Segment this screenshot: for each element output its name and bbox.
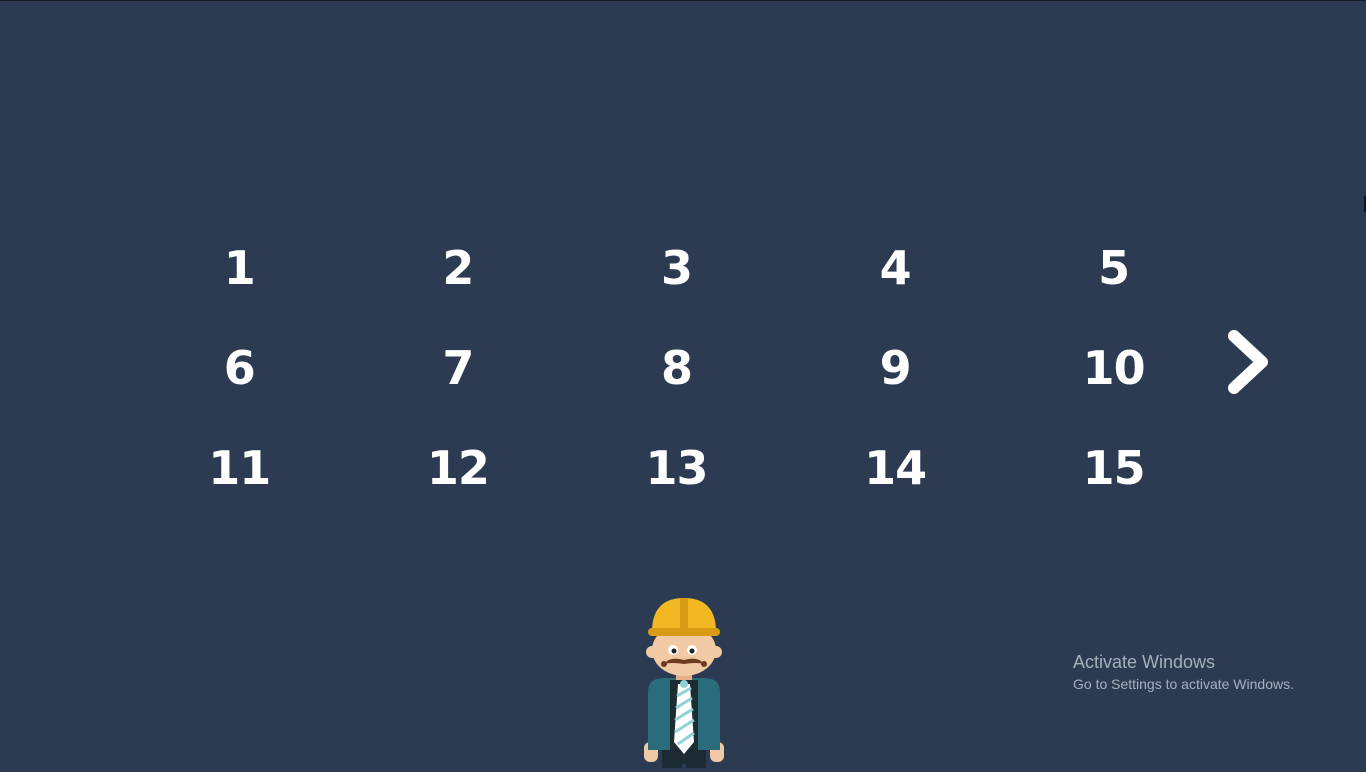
level-button-14[interactable]: 14 [786, 418, 1005, 518]
level-button-6[interactable]: 6 [130, 318, 349, 418]
level-grid: 1 2 3 4 5 6 7 8 9 10 11 12 13 14 15 [130, 218, 1224, 518]
level-button-8[interactable]: 8 [567, 318, 786, 418]
level-button-11[interactable]: 11 [130, 418, 349, 518]
level-button-7[interactable]: 7 [349, 318, 568, 418]
construction-worker-mascot [640, 592, 728, 768]
level-button-12[interactable]: 12 [349, 418, 568, 518]
level-button-15[interactable]: 15 [1004, 418, 1223, 518]
level-button-2[interactable]: 2 [349, 218, 568, 318]
level-button-13[interactable]: 13 [567, 418, 786, 518]
watermark-subtitle: Go to Settings to activate Windows. [1073, 676, 1294, 692]
level-button-3[interactable]: 3 [567, 218, 786, 318]
next-page-button[interactable] [1222, 326, 1278, 398]
level-button-10[interactable]: 10 [1004, 318, 1223, 418]
windows-activation-watermark: Activate Windows Go to Settings to activ… [1073, 651, 1294, 694]
level-button-9[interactable]: 9 [786, 318, 1005, 418]
level-button-5[interactable]: 5 [1004, 218, 1223, 318]
chevron-right-icon [1228, 330, 1268, 394]
level-button-4[interactable]: 4 [786, 218, 1005, 318]
watermark-title: Activate Windows [1073, 652, 1216, 672]
top-border [0, 0, 1366, 1]
level-button-1[interactable]: 1 [130, 218, 349, 318]
